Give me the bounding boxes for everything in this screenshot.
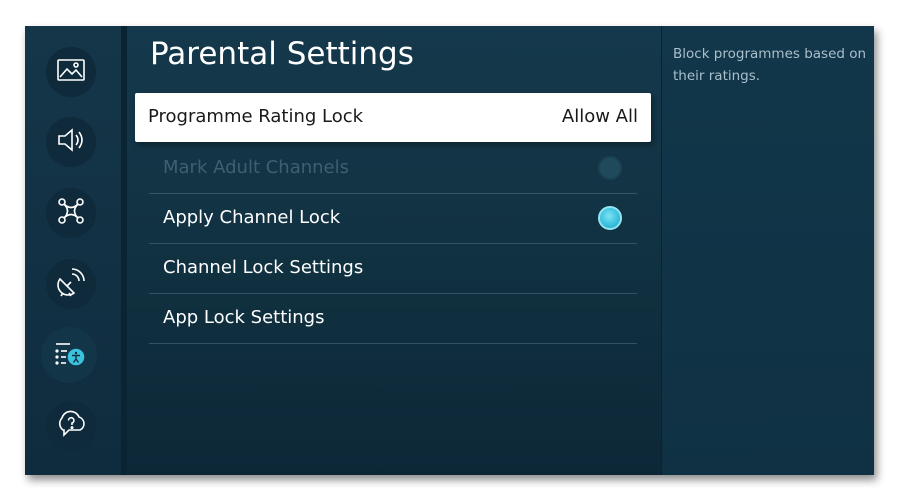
tv-screen: Parental Settings Programme Rating Lock … — [25, 26, 874, 475]
menu-item-mark-adult-channels: Mark Adult Channels — [149, 143, 637, 194]
sidebar-item-connection[interactable] — [46, 188, 96, 238]
page-title: Parental Settings — [150, 36, 414, 72]
sidebar-item-support[interactable] — [46, 401, 96, 451]
menu-item-channel-lock-settings[interactable]: Channel Lock Settings — [149, 243, 637, 294]
sidebar-item-sound[interactable] — [46, 117, 96, 167]
menu-item-programme-rating-lock[interactable]: Programme Rating Lock Allow All — [135, 93, 651, 142]
menu-item-apply-channel-lock[interactable]: Apply Channel Lock — [149, 193, 637, 244]
help-description: Block programmes based on their ratings. — [673, 46, 867, 84]
menu-item-label: Programme Rating Lock — [148, 106, 364, 127]
menu-item-value: Allow All — [561, 106, 638, 127]
sidebar-item-general[interactable] — [41, 327, 97, 383]
support-icon — [54, 407, 88, 445]
connection-icon — [54, 194, 88, 232]
description-panel: Block programmes based on their ratings. — [661, 26, 874, 475]
toggle-on-indicator[interactable] — [598, 206, 622, 230]
sidebar-item-broadcasting[interactable] — [46, 259, 96, 309]
menu-item-app-lock-settings[interactable]: App Lock Settings — [149, 293, 637, 344]
broadcasting-icon — [54, 265, 88, 303]
menu-item-label: Channel Lock Settings — [163, 257, 364, 278]
parental-settings-menu: Parental Settings Programme Rating Lock … — [127, 26, 661, 475]
sound-icon — [54, 123, 88, 161]
menu-item-label: App Lock Settings — [163, 307, 325, 328]
picture-icon — [54, 53, 88, 91]
menu-item-label: Apply Channel Lock — [163, 207, 341, 228]
general-accessibility-icon — [52, 336, 86, 374]
sidebar-item-picture[interactable] — [46, 47, 96, 97]
toggle-off-indicator — [598, 156, 622, 180]
settings-sidebar — [25, 26, 121, 475]
menu-item-label: Mark Adult Channels — [163, 157, 349, 178]
